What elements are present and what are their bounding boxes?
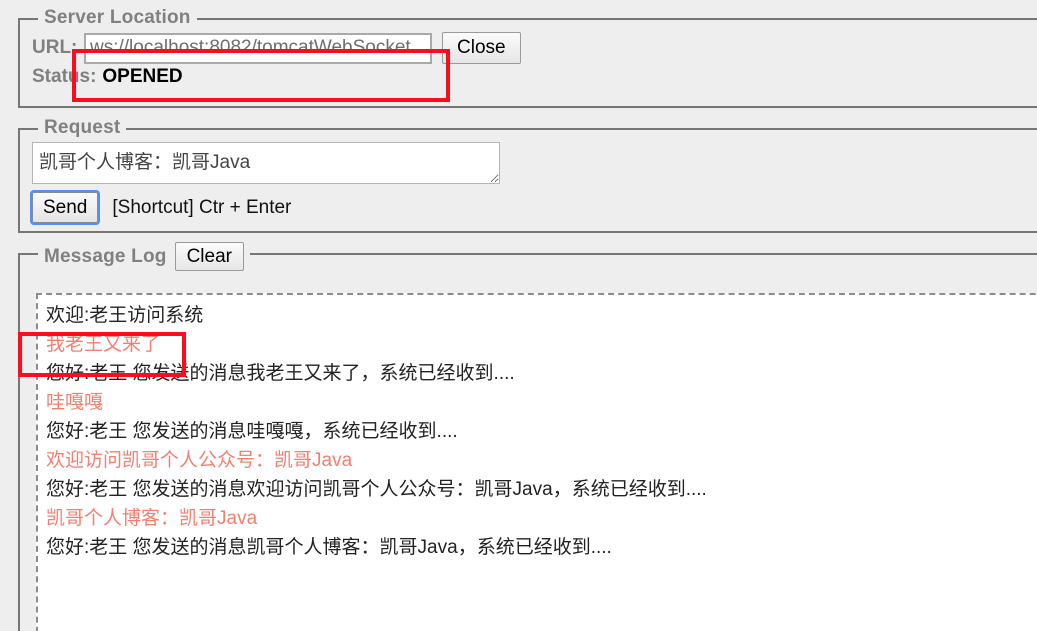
log-line-out: 哇嘎嘎: [46, 392, 104, 413]
log-line-in: 您好:老王 您发送的消息凯哥个人博客：凯哥Java，系统已经收到....: [46, 537, 612, 558]
request-legend: Request: [38, 117, 127, 139]
message-input[interactable]: [32, 142, 500, 184]
server-location-legend: Server Location: [38, 7, 197, 29]
message-log-output[interactable]: 欢迎:老王访问系统 我老王又来了您好:老王 您发送的消息我老王又来了，系统已经收到…: [36, 293, 1037, 631]
send-button[interactable]: Send: [29, 190, 101, 225]
log-line-out: 凯哥个人博客：凯哥Java: [46, 508, 258, 529]
message-log-legend-text: Message Log: [44, 245, 167, 267]
server-location-panel: Server Location URL: Close Status: OPENE…: [18, 7, 1037, 108]
log-line-out: 我老王又来了: [46, 334, 161, 355]
message-log-panel: Message Log Clear 欢迎:老王访问系统 我老王又来了您好:老王 您…: [18, 242, 1037, 631]
send-row: Send [Shortcut] Ctr + Enter: [29, 190, 292, 225]
url-input[interactable]: [84, 32, 432, 64]
log-line-out: 欢迎访问凯哥个人公众号：凯哥Java: [46, 450, 353, 471]
request-panel: Request Send [Shortcut] Ctr + Enter: [18, 117, 1037, 233]
url-row: URL: Close: [32, 32, 521, 64]
shortcut-hint: [Shortcut] Ctr + Enter: [112, 196, 292, 218]
status-label: Status:: [32, 66, 97, 87]
server-location-legend-text: Server Location: [44, 7, 191, 28]
close-button[interactable]: Close: [442, 32, 521, 64]
clear-button[interactable]: Clear: [174, 242, 244, 271]
status-value: OPENED: [102, 66, 183, 87]
status-row: Status: OPENED: [32, 66, 183, 88]
url-label: URL:: [32, 37, 78, 58]
message-log-legend: Message Log Clear: [38, 242, 250, 271]
request-legend-text: Request: [44, 117, 121, 138]
websocket-test-page: Server Location URL: Close Status: OPENE…: [0, 0, 1037, 631]
log-line-in: 您好:老王 您发送的消息欢迎访问凯哥个人公众号：凯哥Java，系统已经收到...…: [46, 479, 707, 500]
log-line-in: 您好:老王 您发送的消息哇嘎嘎，系统已经收到....: [46, 421, 458, 442]
log-line-in: 您好:老王 您发送的消息我老王又来了，系统已经收到....: [46, 363, 515, 384]
log-line-in: 欢迎:老王访问系统: [46, 305, 204, 326]
